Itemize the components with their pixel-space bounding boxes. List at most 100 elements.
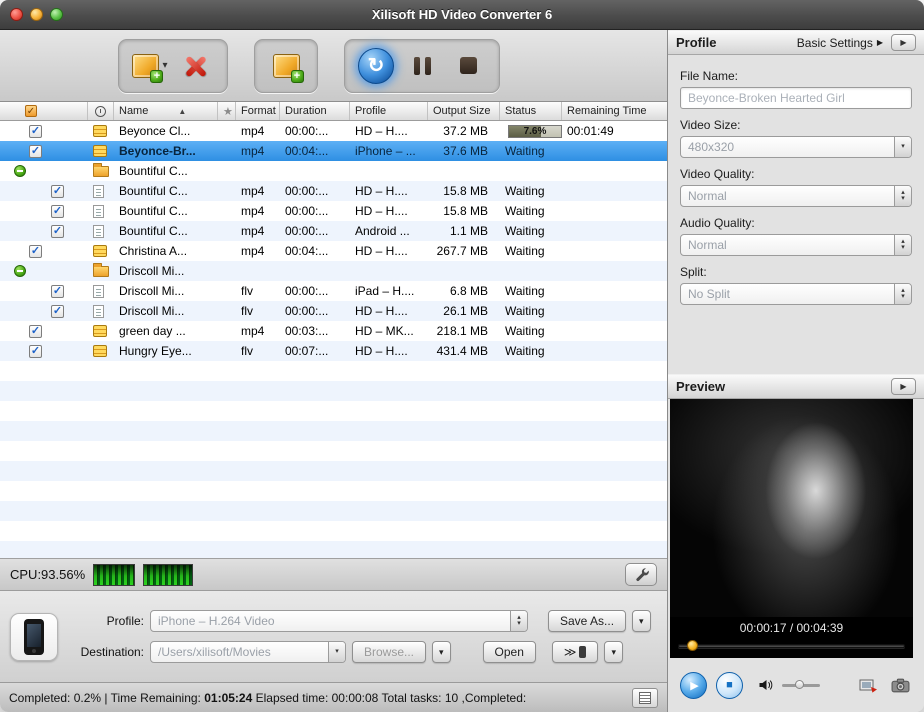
file-row[interactable]: ✓Beyonce Cl...mp400:00:...HD – H....37.2…: [0, 121, 667, 141]
stepper-icon[interactable]: ▴▾: [510, 611, 527, 631]
file-output-size: 267.7 MB: [428, 241, 500, 261]
seek-track[interactable]: [678, 644, 905, 648]
convert-button[interactable]: ↻: [353, 43, 399, 89]
stop-icon: [460, 57, 477, 74]
file-row[interactable]: ✓Hungry Eye...flv00:07:...HD – H....431.…: [0, 341, 667, 361]
minimize-window-button[interactable]: [30, 8, 43, 21]
file-row[interactable]: ✓Driscoll Mi...flv00:00:...HD – H....26.…: [0, 301, 667, 321]
folder-icon: [93, 266, 109, 277]
row-checkbox[interactable]: ✓: [51, 185, 64, 198]
seek-knob[interactable]: [687, 640, 698, 651]
row-checkbox[interactable]: ✓: [51, 225, 64, 238]
video-size-dropdown[interactable]: 480x320▾: [680, 136, 912, 158]
file-row[interactable]: ✓Bountiful C...mp400:00:...HD – H....15.…: [0, 181, 667, 201]
save-as-button[interactable]: Save As...: [548, 610, 626, 632]
file-format: mp4: [236, 181, 280, 201]
column-header-state[interactable]: [88, 102, 114, 120]
stop-button[interactable]: [445, 43, 491, 89]
profile-dropdown[interactable]: iPhone – H.264 Video ▴▾: [150, 610, 528, 632]
select-all-checkbox-icon[interactable]: ✓: [25, 105, 37, 117]
group-row[interactable]: Driscoll Mi...: [0, 261, 667, 281]
column-header-output-size[interactable]: Output Size: [428, 102, 500, 120]
stepper-icon[interactable]: ▴▾: [894, 235, 911, 255]
row-checkbox[interactable]: ✓: [29, 325, 42, 338]
column-header-remaining-time[interactable]: Remaining Time: [562, 102, 667, 120]
volume-icon[interactable]: [758, 679, 773, 691]
delete-button[interactable]: [173, 43, 219, 89]
row-checkbox[interactable]: ✓: [29, 245, 42, 258]
audio-quality-dropdown[interactable]: Normal▴▾: [680, 234, 912, 256]
close-window-button[interactable]: [10, 8, 23, 21]
task-report-button[interactable]: [632, 688, 658, 708]
row-checkbox[interactable]: ✓: [51, 285, 64, 298]
collapse-group-button[interactable]: [14, 165, 26, 177]
cpu-bar: CPU:93.56%: [0, 558, 667, 590]
transfer-dropdown-arrow[interactable]: ▾: [604, 641, 623, 663]
file-output-size: 37.6 MB: [428, 141, 500, 161]
basic-settings-label[interactable]: Basic Settings: [797, 36, 873, 50]
stepper-icon[interactable]: ▴▾: [894, 186, 911, 206]
column-header-duration[interactable]: Duration: [280, 102, 350, 120]
add-file-dropdown-arrow-icon[interactable]: ▾: [162, 60, 167, 71]
add-clip-button[interactable]: +: [263, 43, 309, 89]
collapse-group-button[interactable]: [14, 265, 26, 277]
file-name: Beyonce-Br...: [114, 141, 218, 161]
row-checkbox[interactable]: ✓: [29, 145, 42, 158]
save-as-dropdown-arrow[interactable]: ▾: [632, 610, 651, 632]
row-checkbox[interactable]: ✓: [29, 345, 42, 358]
browse-button[interactable]: Browse...: [352, 641, 426, 663]
column-header-format[interactable]: Format: [236, 102, 280, 120]
window-controls: [10, 0, 63, 29]
settings-wrench-button[interactable]: [625, 563, 657, 586]
file-row[interactable]: ✓Driscoll Mi...flv00:00:...iPad – H....6…: [0, 281, 667, 301]
table-empty-area: [0, 361, 667, 558]
row-checkbox[interactable]: ✓: [29, 125, 42, 138]
dropdown-arrow-icon[interactable]: ▾: [328, 642, 345, 662]
row-checkbox[interactable]: ✓: [51, 205, 64, 218]
column-header-star[interactable]: ★: [218, 102, 236, 120]
window-title: Xilisoft HD Video Converter 6: [0, 7, 924, 22]
play-button[interactable]: ▶: [680, 672, 707, 699]
detach-preview-button[interactable]: ▶: [891, 378, 916, 395]
group-name: Driscoll Mi...: [114, 261, 218, 281]
stepper-icon[interactable]: ▴▾: [894, 284, 911, 304]
column-header-status[interactable]: Status: [500, 102, 562, 120]
split-dropdown[interactable]: No Split▴▾: [680, 283, 912, 305]
file-output-size: 37.2 MB: [428, 121, 500, 141]
file-row[interactable]: ✓Bountiful C...mp400:00:...HD – H....15.…: [0, 201, 667, 221]
capture-frame-button[interactable]: [857, 678, 880, 693]
group-row[interactable]: Bountiful C...: [0, 161, 667, 181]
file-status: Waiting: [500, 321, 562, 341]
expand-profile-settings-button[interactable]: ▶: [891, 34, 916, 51]
browse-dropdown-arrow[interactable]: ▾: [432, 641, 451, 663]
table-header: ✓ Name▲ ★ Format Duration Profile Output…: [0, 102, 667, 121]
row-checkbox[interactable]: ✓: [51, 305, 64, 318]
destination-dropdown[interactable]: /Users/xilisoft/Movies ▾: [150, 641, 346, 663]
column-header-profile[interactable]: Profile: [350, 102, 428, 120]
file-row[interactable]: ✓Christina A...mp400:04:...HD – H....267…: [0, 241, 667, 261]
file-row[interactable]: ✓Beyonce-Br...mp400:04:...iPhone – ...37…: [0, 141, 667, 161]
stop-playback-button[interactable]: ■: [716, 672, 743, 699]
status-text: Waiting: [505, 204, 545, 218]
zoom-window-button[interactable]: [50, 8, 63, 21]
transfer-to-device-button[interactable]: ≫: [552, 641, 599, 663]
video-quality-dropdown[interactable]: Normal▴▾: [680, 185, 912, 207]
volume-knob[interactable]: [795, 680, 804, 689]
snapshot-camera-button[interactable]: [889, 678, 912, 693]
status-bar: Completed: 0.2% | Time Remaining: 01:05:…: [0, 682, 667, 712]
file-format: mp4: [236, 201, 280, 221]
column-header-name[interactable]: Name▲: [114, 102, 218, 120]
open-button[interactable]: Open: [483, 641, 536, 663]
pause-button[interactable]: [399, 43, 445, 89]
file-row[interactable]: ✓green day ...mp400:03:...HD – MK...218.…: [0, 321, 667, 341]
seek-slider[interactable]: [678, 638, 905, 653]
file-row[interactable]: ✓Bountiful C...mp400:00:...Android ...1.…: [0, 221, 667, 241]
file-name-input[interactable]: Beyonce-Broken Hearted Girl: [680, 87, 912, 109]
add-file-button[interactable]: + ▾: [127, 43, 173, 89]
volume-slider[interactable]: [782, 684, 820, 687]
toolbar: + ▾ + ↻: [0, 30, 667, 102]
file-duration: 00:00:...: [280, 201, 350, 221]
dropdown-arrow-icon[interactable]: ▾: [894, 137, 911, 157]
file-remaining-time: [562, 321, 667, 341]
column-header-select[interactable]: ✓: [0, 102, 88, 120]
